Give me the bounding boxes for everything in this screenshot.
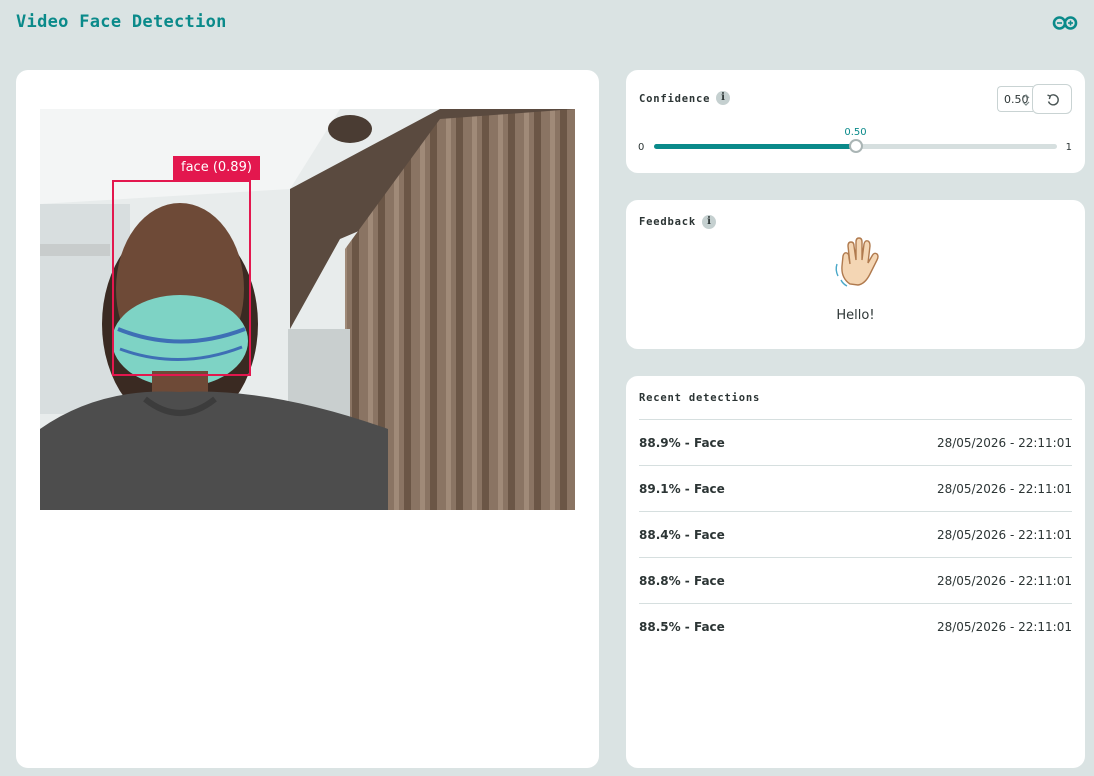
confidence-card: Confidence i 0.50 0 1 0.50 (626, 70, 1085, 173)
video-feed: face (0.89) (40, 109, 575, 510)
face-detection-box (112, 180, 251, 376)
detection-label: 89.1% - Face (639, 482, 725, 496)
list-item: 88.4% - Face 28/05/2026 - 22:11:01 (639, 511, 1072, 557)
slider-min-label: 0 (638, 142, 645, 153)
confidence-title: Confidence (639, 93, 711, 105)
list-item: 88.8% - Face 28/05/2026 - 22:11:01 (639, 557, 1072, 603)
feedback-card: Feedback i Hello! (626, 200, 1085, 349)
reset-button[interactable] (1032, 84, 1072, 114)
list-item: 88.5% - Face 28/05/2026 - 22:11:01 (639, 603, 1072, 649)
info-icon[interactable]: i (716, 91, 730, 105)
spinner-arrows-icon[interactable] (1021, 92, 1031, 108)
detection-time: 28/05/2026 - 22:11:01 (936, 436, 1072, 450)
list-item: 88.9% - Face 28/05/2026 - 22:11:01 (639, 419, 1072, 465)
recent-detections-card: Recent detections 88.9% - Face 28/05/202… (626, 376, 1085, 768)
infinity-logo-icon[interactable] (1052, 14, 1078, 32)
face-detection-label: face (0.89) (173, 156, 260, 180)
confidence-slider-fill (654, 144, 856, 149)
recent-detections-title: Recent detections (639, 392, 761, 404)
detection-time: 28/05/2026 - 22:11:01 (936, 620, 1072, 634)
feedback-message: Hello! (836, 308, 875, 323)
reset-icon (1047, 94, 1059, 106)
detection-label: 88.4% - Face (639, 528, 725, 542)
confidence-number-input[interactable]: 0.50 (997, 86, 1033, 112)
feedback-title: Feedback (639, 216, 696, 228)
video-card: face (0.89) (16, 70, 599, 768)
detection-time: 28/05/2026 - 22:11:01 (936, 482, 1072, 496)
app-header: Video Face Detection (0, 0, 1094, 50)
slider-max-label: 1 (1065, 142, 1072, 153)
detection-label: 88.8% - Face (639, 574, 725, 588)
confidence-slider-thumb[interactable] (848, 139, 863, 153)
detection-time: 28/05/2026 - 22:11:01 (936, 528, 1072, 542)
waving-hand-icon (835, 237, 879, 287)
confidence-slider-value: 0.50 (844, 127, 867, 138)
detection-time: 28/05/2026 - 22:11:01 (936, 574, 1072, 588)
list-item: 89.1% - Face 28/05/2026 - 22:11:01 (639, 465, 1072, 511)
detection-label: 88.9% - Face (639, 436, 725, 450)
detections-list: 88.9% - Face 28/05/2026 - 22:11:01 89.1%… (639, 419, 1072, 649)
detection-label: 88.5% - Face (639, 620, 725, 634)
info-icon[interactable]: i (702, 215, 716, 229)
app-title: Video Face Detection (16, 12, 227, 32)
